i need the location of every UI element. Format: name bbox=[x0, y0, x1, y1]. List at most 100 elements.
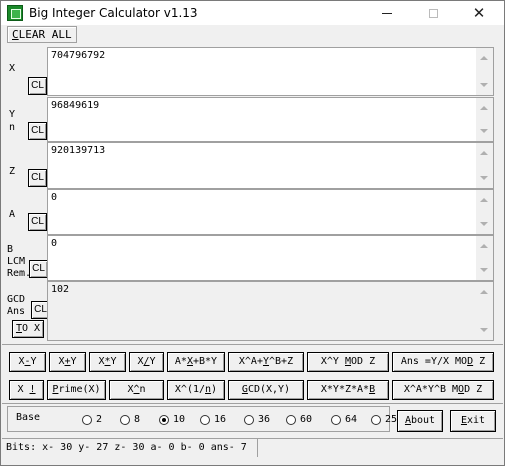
radio-icon bbox=[200, 414, 210, 425]
base-radio-label: 60 bbox=[300, 414, 313, 425]
status-bar: Bits: x- 30 y- 27 z- 30 a- 0 b- 0 ans- 7 bbox=[2, 438, 503, 457]
op-label-post: +B*Y bbox=[192, 356, 218, 367]
op-button-r1-8[interactable]: Ans =Y/X MOD Z bbox=[392, 352, 494, 372]
op-button-r2-7[interactable]: X^A*Y^B MOD Z bbox=[392, 380, 494, 400]
about-button[interactable]: About bbox=[397, 410, 443, 432]
z-field[interactable]: 920139713 bbox=[47, 142, 494, 189]
clear-x-button[interactable]: CL bbox=[28, 77, 47, 95]
b-label: B bbox=[7, 244, 14, 255]
about-label: bout bbox=[410, 415, 436, 426]
base-radio-label: 36 bbox=[258, 414, 271, 425]
radio-icon bbox=[371, 414, 381, 425]
scroll-up-icon bbox=[480, 244, 488, 248]
y-value: 96849619 bbox=[51, 100, 100, 111]
base-radio-label: 64 bbox=[345, 414, 358, 425]
maximize-button[interactable] bbox=[410, 1, 456, 25]
a-field[interactable]: 0 bbox=[47, 189, 494, 235]
minimize-icon bbox=[382, 12, 392, 14]
n-label: n bbox=[9, 122, 16, 133]
op-label-pre: Ans =Y/X MO bbox=[400, 356, 468, 367]
op-button-r1-6[interactable]: X^A+Y^B+Z bbox=[228, 352, 304, 372]
gcd-field[interactable]: 102 bbox=[47, 281, 494, 341]
z-scrollbar[interactable] bbox=[476, 143, 493, 188]
separator bbox=[2, 403, 503, 404]
clear-a-button[interactable]: CL bbox=[28, 213, 47, 231]
y-field[interactable]: 96849619 bbox=[47, 97, 494, 142]
op-label-post: OD Z bbox=[351, 356, 376, 367]
base-radio-8[interactable]: 8 bbox=[120, 414, 140, 425]
op-button-r2-6[interactable]: X*Y*Z*A*B bbox=[307, 380, 389, 400]
x-label: X bbox=[9, 63, 16, 74]
op-label-pre: A* bbox=[174, 356, 187, 367]
x-field[interactable]: 704796792 bbox=[47, 47, 494, 96]
clear-all-label: LEAR ALL bbox=[18, 28, 72, 41]
scroll-down-icon bbox=[480, 222, 488, 226]
base-radio-60[interactable]: 60 bbox=[286, 414, 312, 425]
base-radio-label: 8 bbox=[134, 414, 141, 425]
window-title: Big Integer Calculator v1.13 bbox=[29, 6, 198, 20]
op-button-r1-2[interactable]: X+Y bbox=[49, 352, 86, 372]
op-button-r2-4[interactable]: X^(1/n) bbox=[167, 380, 225, 400]
radio-icon bbox=[159, 414, 169, 425]
op-button-r1-5[interactable]: A*X+B*Y bbox=[167, 352, 225, 372]
op-button-r1-1[interactable]: X-Y bbox=[9, 352, 46, 372]
op-button-r1-4[interactable]: X/Y bbox=[129, 352, 164, 372]
op-button-r1-7[interactable]: X^Y MOD Z bbox=[307, 352, 389, 372]
op-label-post: CD(X,Y) bbox=[247, 384, 291, 395]
main-window: Big Integer Calculator v1.13 ✕ CLEAR ALL… bbox=[0, 0, 505, 466]
op-label-post: D Z bbox=[464, 384, 483, 395]
minimize-button[interactable] bbox=[364, 1, 410, 25]
op-button-r2-1[interactable]: X ! bbox=[9, 380, 44, 400]
base-radio-36[interactable]: 36 bbox=[244, 414, 270, 425]
radio-icon bbox=[286, 414, 296, 425]
gcd-value: 102 bbox=[51, 284, 70, 295]
to-x-button[interactable]: TO X bbox=[12, 320, 44, 338]
op-button-r2-2[interactable]: Prime(X) bbox=[47, 380, 106, 400]
gcd-scrollbar[interactable] bbox=[476, 282, 493, 340]
maximize-icon bbox=[428, 8, 438, 18]
op-label-post: Y bbox=[30, 356, 37, 367]
x-scrollbar[interactable] bbox=[476, 48, 493, 95]
scroll-down-icon bbox=[480, 328, 488, 332]
scroll-down-icon bbox=[480, 176, 488, 180]
op-label-post: rime(X) bbox=[58, 384, 101, 395]
b-scrollbar[interactable] bbox=[476, 236, 493, 280]
op-label-pre: X^A+ bbox=[238, 356, 263, 367]
exit-button[interactable]: Exit bbox=[450, 410, 496, 432]
op-label-post: ) bbox=[211, 384, 218, 395]
base-radio-2[interactable]: 2 bbox=[82, 414, 102, 425]
op-label-post: ^B+Z bbox=[269, 356, 294, 367]
z-value: 920139713 bbox=[51, 145, 106, 156]
op-mnemonic: B bbox=[369, 384, 376, 395]
radio-icon bbox=[244, 414, 254, 425]
op-button-r2-3[interactable]: X^n bbox=[109, 380, 164, 400]
close-button[interactable]: ✕ bbox=[456, 1, 502, 25]
gcd-label: GCD bbox=[7, 294, 26, 305]
scroll-up-icon bbox=[480, 56, 488, 60]
scroll-down-icon bbox=[480, 129, 488, 133]
base-radio-label: 16 bbox=[214, 414, 227, 425]
radio-icon bbox=[331, 414, 341, 425]
lcm-label: LCM bbox=[7, 256, 26, 267]
to-x-label: O X bbox=[21, 323, 41, 334]
base-radio-16[interactable]: 16 bbox=[200, 414, 226, 425]
status-divider bbox=[257, 439, 258, 457]
clear-b-button[interactable]: CL bbox=[29, 260, 48, 278]
op-button-r2-5[interactable]: GCD(X,Y) bbox=[228, 380, 304, 400]
clear-z-button[interactable]: CL bbox=[28, 169, 47, 187]
base-radio-64[interactable]: 64 bbox=[331, 414, 357, 425]
y-scrollbar[interactable] bbox=[476, 98, 493, 141]
scroll-up-icon bbox=[480, 290, 488, 294]
radio-icon bbox=[82, 414, 92, 425]
b-field[interactable]: 0 bbox=[47, 235, 494, 281]
clear-y-button[interactable]: CL bbox=[28, 122, 47, 140]
base-label: Base bbox=[16, 412, 41, 423]
op-button-r1-3[interactable]: X*Y bbox=[89, 352, 126, 372]
clear-all-menu[interactable]: CLEAR ALL bbox=[7, 26, 77, 43]
scroll-up-icon bbox=[480, 106, 488, 110]
calculator-app-icon bbox=[7, 5, 23, 21]
bits-status: Bits: x- 30 y- 27 z- 30 a- 0 b- 0 ans- 7 bbox=[6, 442, 247, 453]
base-radio-10[interactable]: 10 bbox=[159, 414, 185, 425]
rem-label: Rem. bbox=[7, 268, 32, 279]
a-scrollbar[interactable] bbox=[476, 190, 493, 234]
